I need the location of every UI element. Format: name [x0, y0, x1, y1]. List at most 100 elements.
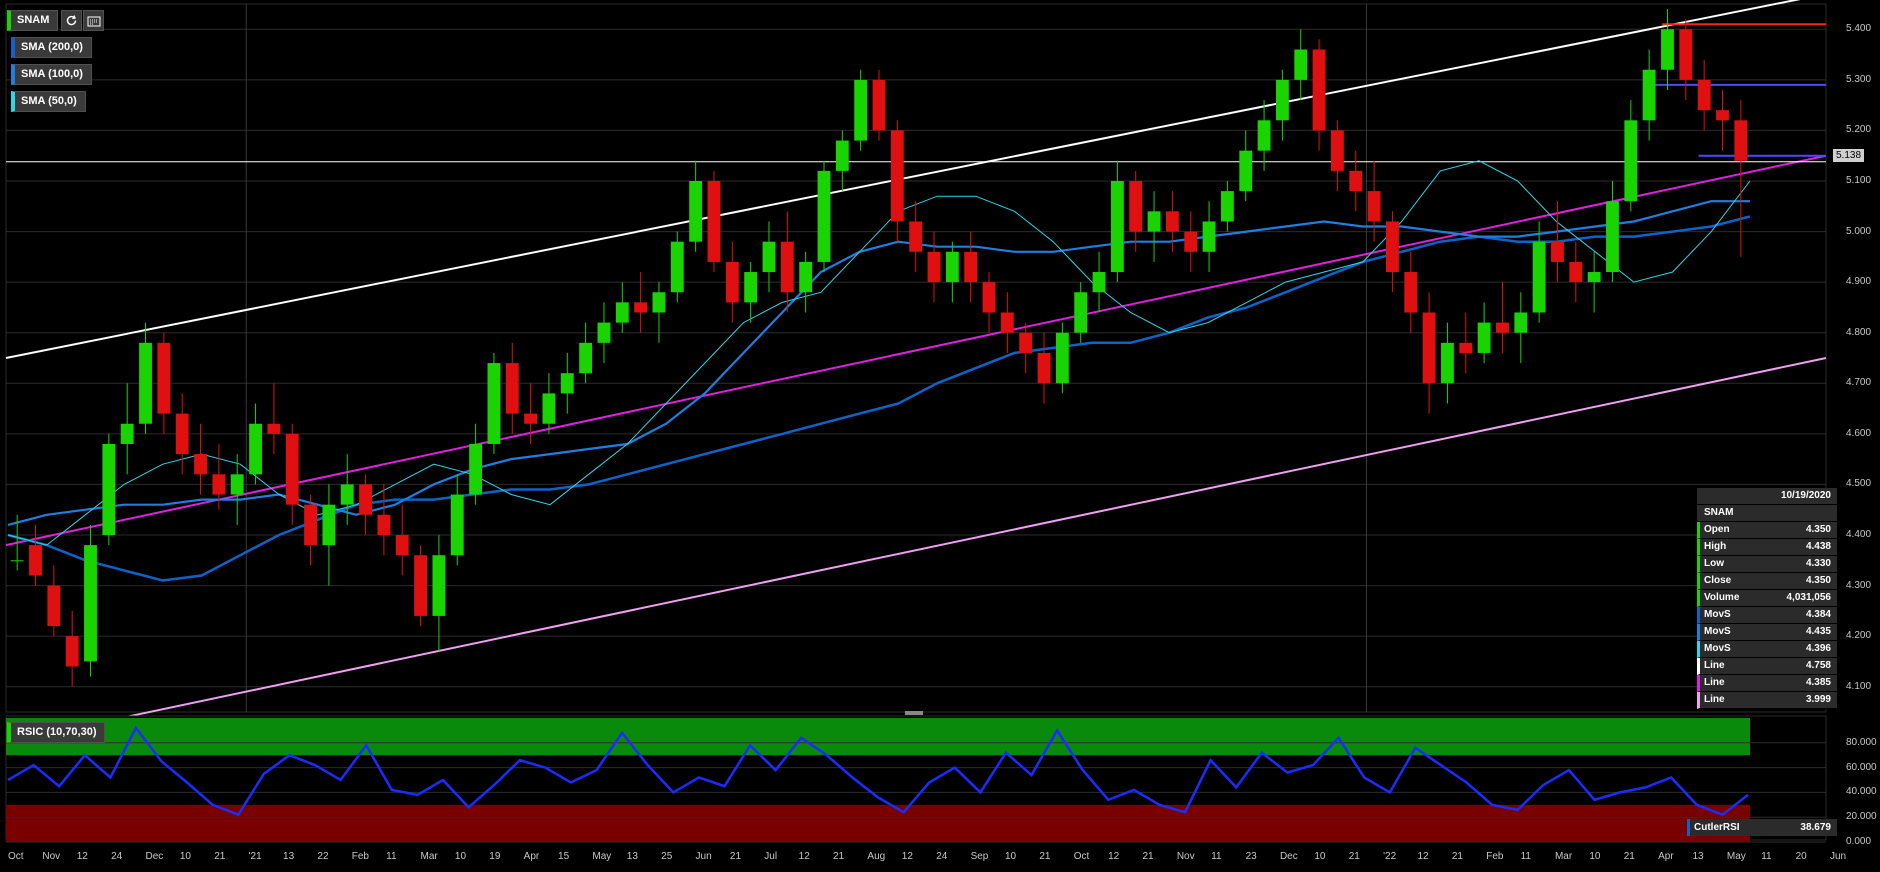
- data-window-label: MovS: [1704, 609, 1731, 620]
- time-tick-label: Dec: [145, 851, 164, 862]
- candle-body: [1055, 332, 1069, 384]
- candle-body: [487, 363, 501, 444]
- main-pane-frame: [5, 3, 1827, 713]
- candle-body: [560, 373, 574, 394]
- candle-body: [65, 636, 79, 667]
- candle-body: [982, 282, 996, 313]
- candle-body: [1477, 322, 1491, 353]
- data-window-row: Open 4.350: [1697, 522, 1837, 539]
- time-tick-label: 21: [214, 851, 226, 862]
- time-tick-label: 10: [179, 851, 191, 862]
- candle-body: [1404, 272, 1418, 313]
- refresh-icon[interactable]: [61, 10, 82, 31]
- moving-averages: [7, 160, 1751, 582]
- candle-body: [835, 140, 849, 171]
- symbol-button[interactable]: SNAM: [7, 10, 59, 31]
- candle-body: [524, 413, 538, 424]
- data-window-row: Low 4.330: [1697, 556, 1837, 573]
- candle-body: [432, 555, 446, 616]
- time-tick-label: 13: [283, 851, 295, 862]
- price-tick-label: 4.200: [1846, 630, 1872, 642]
- time-tick-label: 24: [111, 851, 123, 862]
- data-window-symbol: SNAM: [1697, 505, 1837, 522]
- time-tick-label: 21: [833, 851, 845, 862]
- chart-canvas[interactable]: [0, 0, 1880, 872]
- data-window-value: 4.396: [1805, 643, 1831, 654]
- candle-body: [597, 322, 611, 343]
- indicator-sma-200[interactable]: SMA (200,0): [11, 37, 92, 58]
- indicator-sma-100[interactable]: SMA (100,0): [11, 64, 92, 85]
- candle-body: [945, 251, 959, 283]
- time-tick-label: 10: [1314, 851, 1326, 862]
- data-window-label: Close: [1704, 575, 1732, 586]
- price-tick-label: 4.600: [1846, 427, 1872, 439]
- time-tick-label: Mar: [420, 851, 438, 862]
- data-window-value: 4.435: [1805, 626, 1831, 637]
- candle-body: [964, 251, 978, 283]
- price-tick-label: 4.900: [1846, 276, 1872, 288]
- price-tick-label: 4.500: [1846, 478, 1872, 490]
- candle-body: [1074, 292, 1088, 333]
- last-price-tag: 5.138: [1833, 149, 1865, 162]
- time-tick-label: 23: [1245, 851, 1257, 862]
- price-tick-label: 4.800: [1846, 326, 1872, 338]
- candle-body: [377, 514, 391, 535]
- candle-body: [854, 79, 868, 141]
- price-tick-label: 5.000: [1846, 225, 1872, 237]
- trend-lines[interactable]: [5, 0, 1827, 744]
- time-tick-label: 10: [454, 851, 467, 862]
- data-window-value: 4.330: [1805, 558, 1831, 569]
- candle-body: [762, 241, 776, 273]
- price-tick-label: 5.100: [1846, 175, 1872, 186]
- data-window-row: Volume 4,031,056: [1697, 590, 1837, 607]
- time-tick-label: 24: [936, 851, 948, 862]
- candle-body: [1422, 312, 1436, 384]
- candle-body: [1184, 231, 1198, 252]
- data-window-label: MovS: [1704, 643, 1731, 654]
- rsi-indicator-label[interactable]: RSIC (10,70,30): [7, 722, 106, 743]
- time-tick-label: 12: [76, 851, 88, 862]
- candle-body: [1734, 120, 1748, 161]
- time-tick-label: 25: [661, 851, 673, 862]
- calendar-icon[interactable]: [83, 10, 104, 31]
- time-tick-label: Dec: [1279, 851, 1298, 862]
- time-tick-label: '22: [1383, 851, 1397, 862]
- time-tick-label: Jun: [695, 851, 712, 862]
- time-tick-label: 15: [558, 851, 570, 862]
- candle-body: [1514, 312, 1528, 333]
- candle-body: [689, 181, 703, 242]
- rsi-tick-label: 80.000: [1846, 736, 1877, 748]
- pane-resize-handle[interactable]: [905, 711, 923, 715]
- candle-body: [615, 302, 629, 323]
- indicator-sma-50[interactable]: SMA (50,0): [11, 91, 86, 112]
- candle-body: [469, 443, 483, 495]
- data-window-label: MovS: [1704, 626, 1731, 637]
- rsi-tick-label: 20.000: [1846, 811, 1877, 823]
- candle-body: [579, 342, 593, 374]
- candle-body: [1147, 211, 1161, 232]
- data-window-value: 4.438: [1805, 541, 1831, 552]
- time-tick-label: 12: [901, 851, 913, 862]
- time-tick-label: 21: [1039, 851, 1051, 862]
- time-tick-label: Sep: [970, 851, 989, 862]
- candle-body: [1386, 221, 1399, 273]
- candle-body: [1551, 241, 1564, 262]
- rsi-overbought-zone: [6, 718, 1750, 756]
- time-tick-label: 11: [1761, 851, 1772, 862]
- candle-body: [1294, 49, 1308, 80]
- candle-body: [47, 585, 61, 627]
- sma-200-line: [7, 215, 1751, 582]
- candle-body: [1239, 150, 1253, 192]
- candlesticks[interactable]: [10, 9, 1748, 687]
- candle-body: [285, 433, 299, 505]
- candle-body: [120, 423, 134, 444]
- rsi-readout: CutlerRSI 38.679: [1687, 819, 1837, 836]
- time-tick-label: 13: [1692, 851, 1704, 862]
- time-tick-label: 10: [1589, 851, 1601, 862]
- data-window-label: High: [1704, 541, 1727, 552]
- time-tick-label: 12: [798, 851, 810, 862]
- time-tick-label: Aug: [867, 851, 886, 862]
- candle-body: [1000, 312, 1014, 333]
- price-tick-label: 5.200: [1846, 124, 1872, 136]
- time-tick-label: 21: [729, 851, 742, 862]
